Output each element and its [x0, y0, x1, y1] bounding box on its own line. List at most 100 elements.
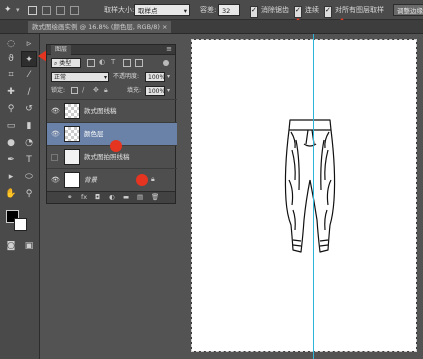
options-bar: ✦ ▾ 取样大小: 取样点 ▾ 容差: 32 消除锯齿 连续 对所有图层取样 调…	[0, 0, 423, 20]
filter-pixel-icon[interactable]	[87, 59, 95, 67]
path-selection-icon[interactable]: ▸	[3, 169, 19, 185]
filter-adjust-icon[interactable]: ◐	[99, 58, 105, 66]
left-drape-folds	[288, 139, 300, 231]
right-cuff	[319, 239, 329, 247]
group-icon[interactable]: ▬	[123, 193, 129, 201]
opacity-input[interactable]: 100%	[145, 72, 165, 82]
sample-size-select[interactable]: 取样点 ▾	[134, 4, 190, 16]
lock-pixels-icon[interactable]: ∕	[82, 86, 84, 94]
filter-toggle-icon[interactable]	[163, 60, 169, 66]
tolerance-input[interactable]: 32	[218, 4, 240, 16]
drawstring	[303, 129, 317, 147]
annotation-dot-color-layer	[110, 140, 122, 152]
background-color-swatch[interactable]	[14, 218, 27, 231]
layer-name: 背景	[84, 176, 97, 184]
antialias-checkbox[interactable]	[250, 6, 258, 18]
refine-edge-button[interactable]: 调整边缘...	[393, 4, 423, 16]
document-tab[interactable]: 款式图绘画实例 @ 16.8% (颜色层, RGB/8) ×	[28, 21, 172, 33]
contiguous-label: 连续	[305, 6, 319, 14]
trash-icon[interactable]: 🗑︎	[151, 193, 159, 201]
chevron-down-icon: ▾	[103, 74, 107, 81]
layer-row[interactable]: 👁︎ 款式图线稿	[47, 99, 177, 122]
layer-row[interactable]: 👁︎ 背景 🔒︎	[47, 168, 177, 191]
dodge-tool-icon[interactable]: ◔	[21, 135, 37, 151]
hand-tool-icon[interactable]: ✋	[3, 186, 19, 202]
tolerance-label: 容差:	[200, 6, 217, 14]
magic-wand-tool-icon[interactable]: ✦	[4, 4, 16, 16]
marquee-tool-icon[interactable]: ◌	[3, 36, 19, 52]
blend-mode-select[interactable]: 正常 ▾	[51, 72, 109, 82]
gradient-tool-icon[interactable]: ▮	[21, 118, 37, 134]
contiguous-checkbox[interactable]	[294, 6, 302, 18]
layer-name: 款式图线稿	[84, 107, 117, 115]
layer-thumbnail	[64, 126, 80, 142]
filter-smart-icon[interactable]	[135, 59, 143, 67]
layer-thumbnail	[64, 172, 80, 188]
pen-tool-icon[interactable]: ✒	[3, 152, 19, 168]
magic-wand-tool-icon[interactable]: ✦	[21, 51, 37, 67]
sample-all-layers-checkbox[interactable]	[324, 6, 332, 18]
quick-mask-icon[interactable]: ◙	[3, 238, 19, 254]
layers-panel-titlebar: 图层 ≡	[47, 45, 175, 55]
lock-all-icon[interactable]: 🔒︎	[104, 86, 108, 95]
blur-tool-icon[interactable]: ●	[3, 135, 19, 151]
sample-all-layers-label: 对所有图层取样	[335, 6, 384, 14]
crop-tool-icon[interactable]: ⌗	[3, 67, 19, 83]
zoom-tool-icon[interactable]: ⚲	[21, 186, 37, 202]
layer-name: 颜色层	[84, 130, 104, 138]
blend-mode-value: 正常	[54, 74, 67, 81]
filter-kind-select[interactable]: ⌕ 类型	[51, 58, 81, 68]
eraser-tool-icon[interactable]: ▭	[3, 118, 19, 134]
layer-thumbnail	[64, 149, 80, 165]
subtract-selection-icon[interactable]	[56, 6, 65, 15]
new-layer-icon[interactable]: ▤	[137, 193, 143, 201]
panel-menu-icon[interactable]: ≡	[166, 45, 172, 53]
fill-input[interactable]: 100%	[145, 86, 165, 96]
link-icon[interactable]: ⚭	[67, 193, 72, 201]
document-tab-bar: 款式图绘画实例 @ 16.8% (颜色层, RGB/8) ×	[0, 20, 423, 34]
layers-panel-footer: ⚭ fx ◘ ◐ ▬ ▤ 🗑︎	[47, 191, 175, 203]
filter-shape-icon[interactable]	[123, 59, 131, 67]
screen-mode-icon[interactable]: ▣	[21, 238, 37, 254]
intersect-selection-icon[interactable]	[70, 6, 79, 15]
layer-filter-row: ⌕ 类型 ◐ T	[47, 56, 177, 70]
layers-panel-tab[interactable]: 图层	[51, 45, 72, 55]
shape-tool-icon[interactable]: ⬭	[21, 169, 37, 185]
sample-size-value: 取样点	[138, 7, 158, 15]
fill-label: 填充:	[127, 87, 142, 94]
brush-tool-icon[interactable]: ∕	[21, 84, 37, 100]
right-drape-folds	[320, 139, 332, 231]
visibility-eye-icon[interactable]: 👁︎	[51, 130, 60, 138]
lasso-tool-icon[interactable]: ϑ	[3, 51, 19, 67]
visibility-off-box[interactable]	[51, 154, 58, 161]
lock-transparent-icon[interactable]	[71, 87, 78, 94]
fx-icon[interactable]: fx	[81, 193, 87, 201]
chevron-down-icon[interactable]: ▾	[167, 87, 170, 94]
add-selection-icon[interactable]	[42, 6, 51, 15]
new-selection-icon[interactable]	[28, 6, 37, 15]
eyedropper-tool-icon[interactable]: ⁄	[21, 67, 37, 83]
history-brush-icon[interactable]: ↺	[21, 101, 37, 117]
move-tool-icon[interactable]: ▹	[21, 36, 37, 52]
antialias-label: 消除锯齿	[261, 6, 289, 14]
document-canvas[interactable]	[191, 39, 417, 352]
chevron-down-icon[interactable]: ▾	[167, 73, 170, 80]
visibility-eye-icon[interactable]: 👁︎	[51, 107, 60, 115]
clone-stamp-icon[interactable]: ⚲	[3, 101, 19, 117]
type-tool-icon[interactable]: T	[21, 152, 37, 168]
opacity-label: 不透明度:	[113, 73, 140, 80]
chevron-down-icon: ▾	[183, 7, 187, 15]
sample-size-label: 取样大小:	[104, 6, 135, 14]
lock-icon: 🔒︎	[151, 175, 155, 183]
visibility-eye-icon[interactable]: 👁︎	[51, 176, 60, 184]
adjustment-icon[interactable]: ◐	[109, 193, 115, 201]
search-icon: ⌕	[54, 60, 58, 67]
tool-preset-dropdown-icon[interactable]: ▾	[16, 4, 20, 16]
vertical-guide-line[interactable]	[313, 34, 314, 359]
layers-panel: 图层 ≡ ⌕ 类型 ◐ T 正常 ▾ 不透明度: 100% ▾ 锁定: ∕ ✥ …	[46, 44, 177, 204]
healing-brush-icon[interactable]: ✚	[3, 84, 19, 100]
mask-icon[interactable]: ◘	[95, 193, 100, 201]
lock-position-icon[interactable]: ✥	[93, 86, 99, 94]
pants-sketch	[284, 119, 336, 253]
filter-type-icon[interactable]: T	[111, 58, 115, 66]
